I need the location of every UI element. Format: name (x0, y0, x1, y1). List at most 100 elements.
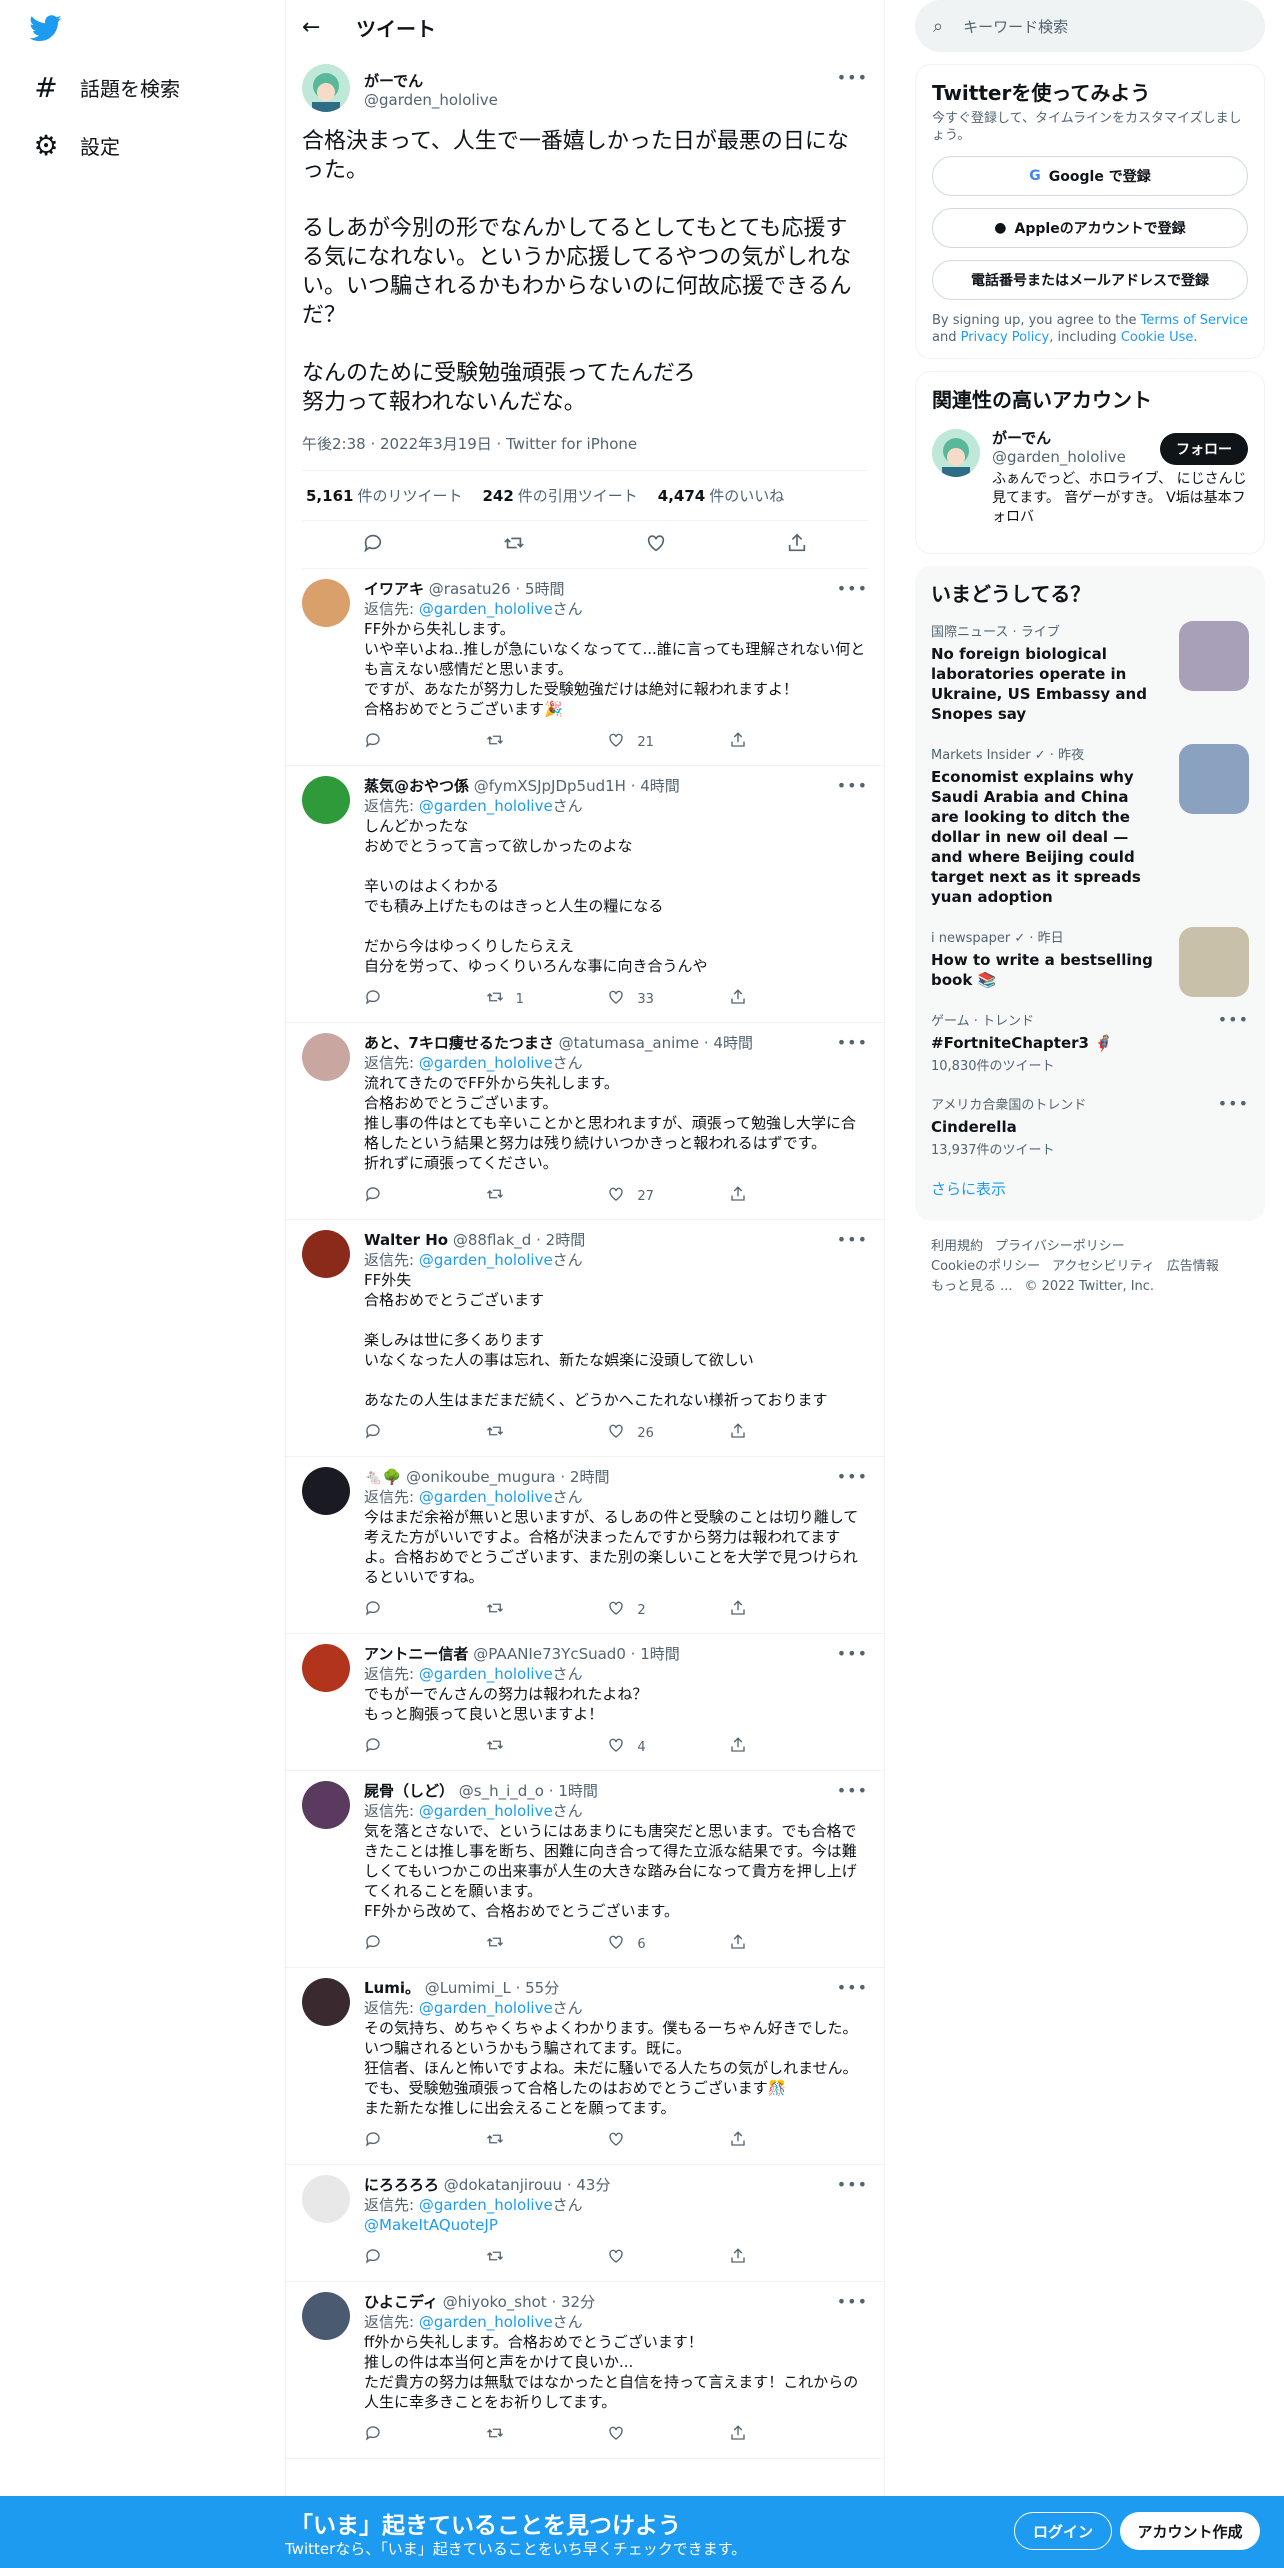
back-arrow-icon[interactable]: ← (302, 15, 342, 40)
share-button[interactable] (729, 2247, 789, 2269)
trend-item[interactable]: ゲーム · トレンド #FortniteChapter3 🦸 10,830件のツイー… (931, 1000, 1249, 1084)
more-icon[interactable]: ••• (837, 2175, 868, 2194)
mention-link[interactable]: @garden_hololive (419, 1665, 553, 1683)
more-icon[interactable]: ••• (837, 1230, 868, 1249)
retweet-button[interactable] (486, 731, 546, 753)
author-name[interactable]: あと、7キロ痩せるたつまさ (364, 1034, 554, 1052)
share-button[interactable] (729, 1422, 789, 1444)
reply-button[interactable] (364, 1599, 424, 1621)
avatar[interactable] (302, 1781, 350, 1829)
mention-link[interactable]: @garden_hololive (419, 1251, 553, 1269)
login-button[interactable]: ログイン (1014, 2512, 1112, 2550)
cookie-link[interactable]: Cookie Use (1121, 330, 1194, 345)
like-button[interactable]: 26 (607, 1422, 667, 1444)
share-button[interactable] (729, 1933, 789, 1955)
mention-link[interactable]: @garden_hololive (419, 1488, 553, 1506)
avatar[interactable] (302, 64, 350, 112)
share-button[interactable] (729, 1736, 789, 1758)
like-button[interactable] (607, 2130, 667, 2152)
avatar[interactable] (932, 429, 980, 477)
author-name[interactable]: ひよこディ (364, 2293, 438, 2311)
retweet-button[interactable] (486, 1422, 546, 1444)
author-handle[interactable]: @onikoube_mugura (406, 1468, 555, 1486)
reply-tweet[interactable]: ••• イワアキ @rasatu26 · 5時間 返信先: @garden_holo… (286, 569, 884, 766)
timestamp[interactable]: · 2時間 (536, 1231, 585, 1249)
retweet-count[interactable]: 5,161 件のリツイート (306, 485, 462, 506)
retweet-button[interactable] (486, 2424, 546, 2446)
search-box[interactable]: ⌕ キーワード検索 (915, 0, 1265, 52)
retweet-button[interactable] (486, 2130, 546, 2152)
avatar[interactable] (302, 2175, 350, 2223)
more-icon[interactable]: ••• (837, 579, 868, 598)
reply-tweet[interactable]: ••• 🐁🌳 @onikoube_mugura · 2時間 返信先: @garden… (286, 1457, 884, 1634)
author-handle[interactable]: @88flak_d (453, 1231, 531, 1249)
trend-item[interactable]: アメリカ合衆国のトレンド Cinderella 13,937件のツイート ••• (931, 1084, 1249, 1168)
retweet-button[interactable] (486, 1185, 546, 1207)
more-icon[interactable]: ••• (837, 2292, 868, 2311)
reply-tweet[interactable]: ••• あと、7キロ痩せるたつまさ @tatumasa_anime · 4時間 返信… (286, 1023, 884, 1220)
retweet-icon[interactable] (503, 532, 525, 558)
avatar[interactable] (302, 776, 350, 824)
reply-button[interactable] (364, 2247, 424, 2269)
retweet-button[interactable]: 1 (486, 988, 546, 1010)
reply-button[interactable] (364, 2130, 424, 2152)
footer-link[interactable]: 利用規約 (931, 1239, 983, 1254)
reply-button[interactable] (364, 1736, 424, 1758)
mention-link[interactable]: @MakeItAQuoteJP (364, 2215, 868, 2235)
more-icon[interactable]: ••• (837, 1978, 868, 1997)
reply-button[interactable] (364, 1422, 424, 1444)
author-name[interactable]: 🐁🌳 (364, 1468, 401, 1486)
author-handle[interactable]: @PAANIe73YcSuad0 (473, 1645, 626, 1663)
reply-button[interactable] (364, 1933, 424, 1955)
show-more-link[interactable]: さらに表示 (931, 1168, 1249, 1209)
mention-link[interactable]: @garden_hololive (419, 1999, 553, 2017)
apple-signup-button[interactable]: ● Appleのアカウントで登録 (932, 208, 1248, 248)
follow-button[interactable]: フォロー (1160, 433, 1248, 465)
mention-link[interactable]: @garden_hololive (419, 2313, 553, 2331)
more-icon[interactable]: ••• (837, 1644, 868, 1663)
author-handle[interactable]: @hiyoko_shot (443, 2293, 547, 2311)
share-button[interactable] (729, 1185, 789, 1207)
tweet-meta[interactable]: 午後2:38 · 2022年3月19日 · Twitter for iPhone (302, 433, 868, 471)
retweet-button[interactable] (486, 1933, 546, 1955)
reply-tweet[interactable]: ••• アントニー信者 @PAANIe73YcSuad0 · 1時間 返信先: @g… (286, 1634, 884, 1771)
twitter-logo-icon[interactable] (29, 12, 66, 48)
author-handle[interactable]: @Lumimi_L (425, 1979, 511, 1997)
avatar[interactable] (302, 1033, 350, 1081)
like-button[interactable]: 4 (607, 1736, 667, 1758)
timestamp[interactable]: · 2時間 (560, 1468, 609, 1486)
like-button[interactable]: 2 (607, 1599, 667, 1621)
author-name[interactable]: Lumi。 (364, 1979, 420, 1997)
author-name[interactable]: 蒸気@おやつ係 (364, 777, 469, 795)
avatar[interactable] (302, 1467, 350, 1515)
reply-button[interactable] (364, 988, 424, 1010)
signup-button[interactable]: アカウント作成 (1120, 2512, 1260, 2550)
more-icon[interactable]: ••• (837, 1467, 868, 1486)
like-icon[interactable] (645, 532, 667, 558)
author-name[interactable]: にろろろろ (364, 2176, 439, 2194)
more-icon[interactable]: ••• (837, 1781, 868, 1800)
author-name[interactable]: Walter Ho (364, 1231, 448, 1249)
timestamp[interactable]: · 4時間 (631, 777, 680, 795)
share-button[interactable] (729, 2130, 789, 2152)
author-handle[interactable]: @rasatu26 (429, 580, 511, 598)
reply-tweet[interactable]: ••• 蒸気@おやつ係 @fymXSJpJDp5ud1H · 4時間 返信先: @g… (286, 766, 884, 1023)
author-handle[interactable]: @dokatanjirouu (444, 2176, 562, 2194)
related-account[interactable]: がーでん @garden_hololive ふぁんでっど、ホロライブ、 にじさん… (932, 421, 1248, 541)
share-button[interactable] (729, 1599, 789, 1621)
mention-link[interactable]: @garden_hololive (419, 1802, 553, 1820)
author-name[interactable]: イワアキ (364, 580, 424, 598)
reply-button[interactable] (364, 2424, 424, 2446)
search-placeholder[interactable]: キーワード検索 (963, 16, 1068, 37)
timestamp[interactable]: · 1時間 (631, 1645, 680, 1663)
retweet-button[interactable] (486, 1736, 546, 1758)
reply-tweet[interactable]: ••• ひよこディ @hiyoko_shot · 32分 返信先: @garden_… (286, 2282, 884, 2459)
share-button[interactable] (729, 2424, 789, 2446)
mention-link[interactable]: @garden_hololive (419, 2196, 553, 2214)
author-handle[interactable]: @tatumasa_anime (559, 1034, 699, 1052)
like-button[interactable]: 27 (607, 1185, 667, 1207)
like-button[interactable]: 21 (607, 731, 667, 753)
avatar[interactable] (302, 1644, 350, 1692)
retweet-button[interactable] (486, 2247, 546, 2269)
reply-tweet[interactable]: ••• にろろろろ @dokatanjirouu · 43分 返信先: @garde… (286, 2165, 884, 2282)
